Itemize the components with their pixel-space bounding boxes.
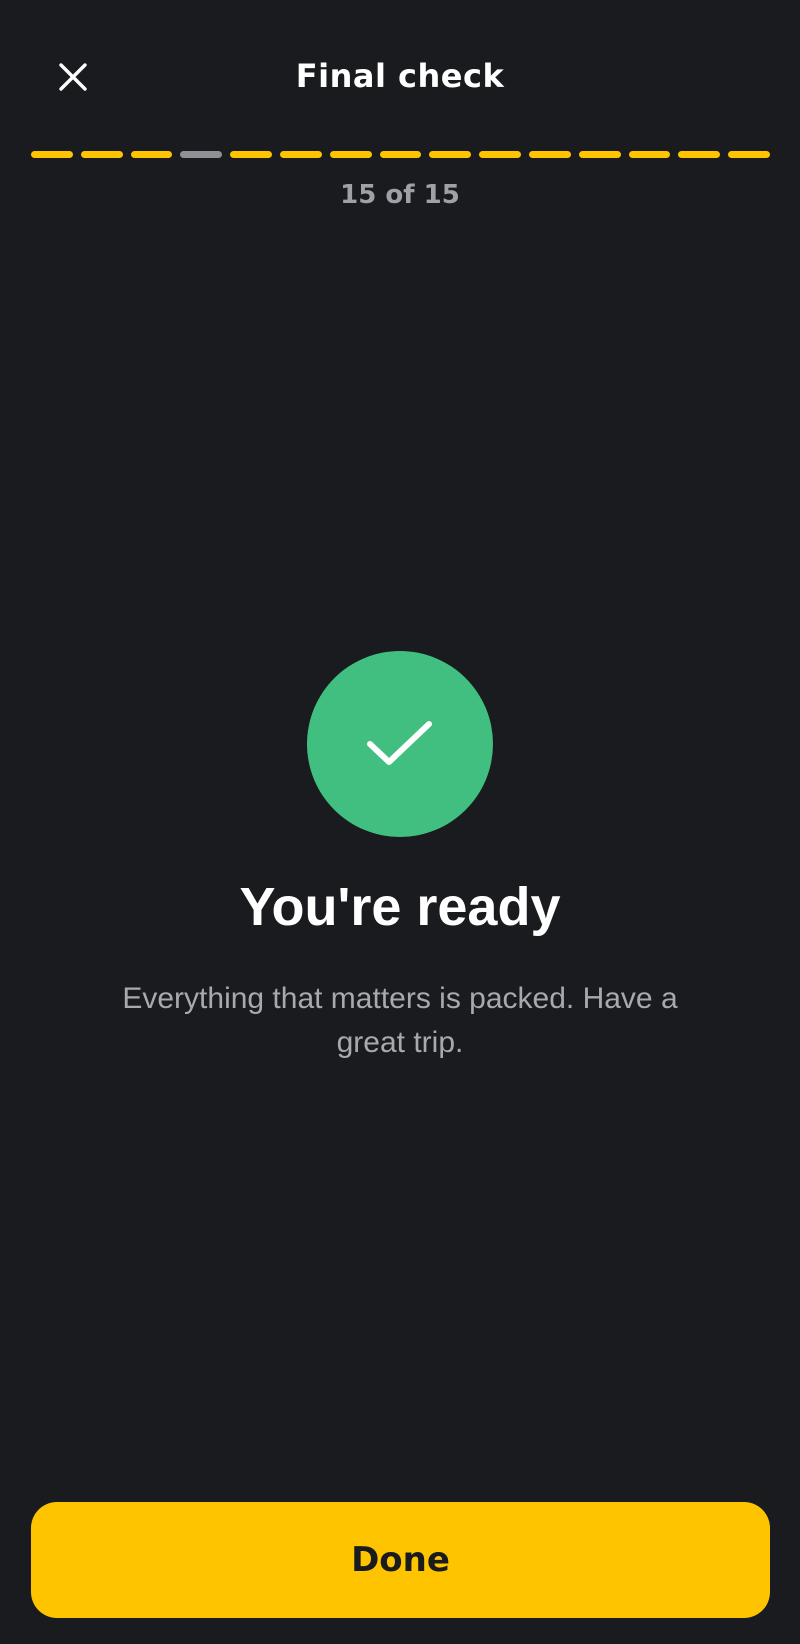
- progress-segment-6: [279, 151, 322, 158]
- step-counter: 15 of 15: [340, 180, 460, 210]
- progress-segment-9: [429, 151, 472, 158]
- progress-segment-13: [628, 151, 671, 158]
- progress-segment-5: [230, 151, 272, 158]
- progress-segment-8: [379, 151, 422, 158]
- progress-segment-11: [528, 151, 571, 158]
- progress-segment-15: [728, 151, 770, 158]
- check-icon: [367, 721, 432, 765]
- progress-segment-3: [130, 151, 173, 158]
- success-panel: You're ready Everything that matters is …: [0, 651, 800, 1065]
- progress-segment-4: [180, 151, 223, 158]
- page-title: Final check: [295, 57, 505, 95]
- progress-bar: [31, 151, 770, 158]
- success-headline: You're ready: [239, 877, 561, 937]
- progress-segment-2: [80, 151, 123, 158]
- success-badge: [307, 651, 493, 837]
- progress-segment-10: [479, 151, 521, 158]
- header: Final check: [0, 0, 800, 150]
- progress-segment-14: [678, 151, 721, 158]
- progress-segment-12: [578, 151, 621, 158]
- progress-segment-7: [329, 151, 372, 158]
- progress-segment-1: [31, 151, 73, 158]
- success-message: Everything that matters is packed. Have …: [122, 982, 678, 1059]
- done-button[interactable]: Done: [31, 1502, 770, 1618]
